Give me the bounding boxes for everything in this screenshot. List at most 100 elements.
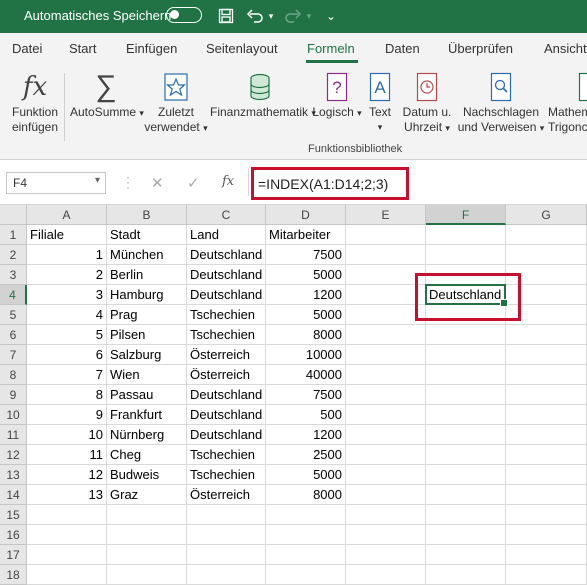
tab-einfuegen[interactable]: Einfügen [126, 41, 177, 56]
cell-e15[interactable] [346, 505, 426, 525]
row-header[interactable]: 6 [0, 325, 27, 345]
math-trig-button[interactable]: Mathem Trigonc [548, 63, 587, 135]
row-header[interactable]: 14 [0, 485, 27, 505]
cell-f2[interactable] [426, 245, 506, 265]
column-header-d[interactable]: D [266, 205, 346, 225]
cell-b9[interactable]: Passau [107, 385, 187, 405]
row-header[interactable]: 4 [0, 285, 27, 305]
cell-b3[interactable]: Berlin [107, 265, 187, 285]
tab-ansicht[interactable]: Ansicht [544, 41, 587, 56]
cell-d4[interactable]: 1200 [266, 285, 346, 305]
cell-d17[interactable] [266, 545, 346, 565]
lookup-reference-button[interactable]: Nachschlagen und Verweisen ▾ [456, 63, 546, 136]
row-header[interactable]: 8 [0, 365, 27, 385]
cell-c4[interactable]: Deutschland [187, 285, 266, 305]
cell-c9[interactable]: Deutschland [187, 385, 266, 405]
cell-e9[interactable] [346, 385, 426, 405]
cell-a11[interactable]: 10 [27, 425, 107, 445]
cell-f9[interactable] [426, 385, 506, 405]
insert-function-button[interactable]: fx Funktion einfügen [6, 63, 64, 135]
cell-d3[interactable]: 5000 [266, 265, 346, 285]
cell-c7[interactable]: Österreich [187, 345, 266, 365]
cell-e14[interactable] [346, 485, 426, 505]
cell-e11[interactable] [346, 425, 426, 445]
cell-a9[interactable]: 8 [27, 385, 107, 405]
financial-button[interactable]: Finanzmathematik ▾ [210, 63, 316, 121]
cell-b11[interactable]: Nürnberg [107, 425, 187, 445]
cell-c13[interactable]: Tschechien [187, 465, 266, 485]
undo-dropdown-icon[interactable]: ▾ [266, 5, 276, 27]
cell-c2[interactable]: Deutschland [187, 245, 266, 265]
cell-b8[interactable]: Wien [107, 365, 187, 385]
cell-a8[interactable]: 7 [27, 365, 107, 385]
row-header[interactable]: 1 [0, 225, 27, 245]
cell-c6[interactable]: Tschechien [187, 325, 266, 345]
cell-d10[interactable]: 500 [266, 405, 346, 425]
insert-function-fx-icon[interactable]: fx [222, 174, 234, 189]
cell-c14[interactable]: Österreich [187, 485, 266, 505]
cell-e1[interactable] [346, 225, 426, 245]
cell-f10[interactable] [426, 405, 506, 425]
cell-f6[interactable] [426, 325, 506, 345]
column-header-b[interactable]: B [107, 205, 187, 225]
name-box-dropdown-icon[interactable]: ▾ [95, 175, 100, 186]
row-header[interactable]: 3 [0, 265, 27, 285]
recently-used-button[interactable]: Zuletzt verwendet ▾ [142, 63, 210, 136]
select-all-corner[interactable] [0, 205, 27, 225]
cell-g16[interactable] [506, 525, 587, 545]
cell-d6[interactable]: 8000 [266, 325, 346, 345]
cell-a12[interactable]: 11 [27, 445, 107, 465]
row-header[interactable]: 10 [0, 405, 27, 425]
cell-e2[interactable] [346, 245, 426, 265]
cell-g18[interactable] [506, 565, 587, 585]
cell-e10[interactable] [346, 405, 426, 425]
cell-c1[interactable]: Land [187, 225, 266, 245]
tab-ueberpruefen[interactable]: Überprüfen [448, 41, 513, 56]
cell-g6[interactable] [506, 325, 587, 345]
cell-e6[interactable] [346, 325, 426, 345]
cell-g7[interactable] [506, 345, 587, 365]
enter-icon[interactable]: ✓ [187, 174, 200, 192]
cell-g14[interactable] [506, 485, 587, 505]
date-time-button[interactable]: Datum u. Uhrzeit ▾ [398, 63, 456, 136]
text-button[interactable]: A Text ▾ [364, 63, 396, 135]
cell-a16[interactable] [27, 525, 107, 545]
cell-e17[interactable] [346, 545, 426, 565]
cell-d13[interactable]: 5000 [266, 465, 346, 485]
cell-e12[interactable] [346, 445, 426, 465]
row-header[interactable]: 12 [0, 445, 27, 465]
cell-b1[interactable]: Stadt [107, 225, 187, 245]
cell-f17[interactable] [426, 545, 506, 565]
cell-a2[interactable]: 1 [27, 245, 107, 265]
cell-b17[interactable] [107, 545, 187, 565]
name-box[interactable]: F4 ▾ [6, 172, 106, 194]
cell-b7[interactable]: Salzburg [107, 345, 187, 365]
cell-c8[interactable]: Österreich [187, 365, 266, 385]
cell-c3[interactable]: Deutschland [187, 265, 266, 285]
row-header[interactable]: 5 [0, 305, 27, 325]
column-header-c[interactable]: C [187, 205, 266, 225]
tab-start[interactable]: Start [69, 41, 96, 56]
autosum-button[interactable]: ∑ AutoSumme ▾ [70, 63, 144, 121]
cell-f1[interactable] [426, 225, 506, 245]
column-header-g[interactable]: G [506, 205, 587, 225]
tab-formeln[interactable]: Formeln [307, 41, 355, 56]
cell-b15[interactable] [107, 505, 187, 525]
row-header[interactable]: 15 [0, 505, 27, 525]
customize-toolbar-icon[interactable]: ⌄ [324, 5, 338, 27]
cell-f13[interactable] [426, 465, 506, 485]
cell-d8[interactable]: 40000 [266, 365, 346, 385]
cell-f11[interactable] [426, 425, 506, 445]
cancel-icon[interactable]: ✕ [151, 174, 164, 192]
cell-e5[interactable] [346, 305, 426, 325]
cell-a4[interactable]: 3 [27, 285, 107, 305]
cell-b18[interactable] [107, 565, 187, 585]
cell-d14[interactable]: 8000 [266, 485, 346, 505]
cell-d12[interactable]: 2500 [266, 445, 346, 465]
cell-g2[interactable] [506, 245, 587, 265]
cell-g1[interactable] [506, 225, 587, 245]
cell-a7[interactable]: 6 [27, 345, 107, 365]
cell-f18[interactable] [426, 565, 506, 585]
cell-e4[interactable] [346, 285, 426, 305]
cell-g17[interactable] [506, 545, 587, 565]
